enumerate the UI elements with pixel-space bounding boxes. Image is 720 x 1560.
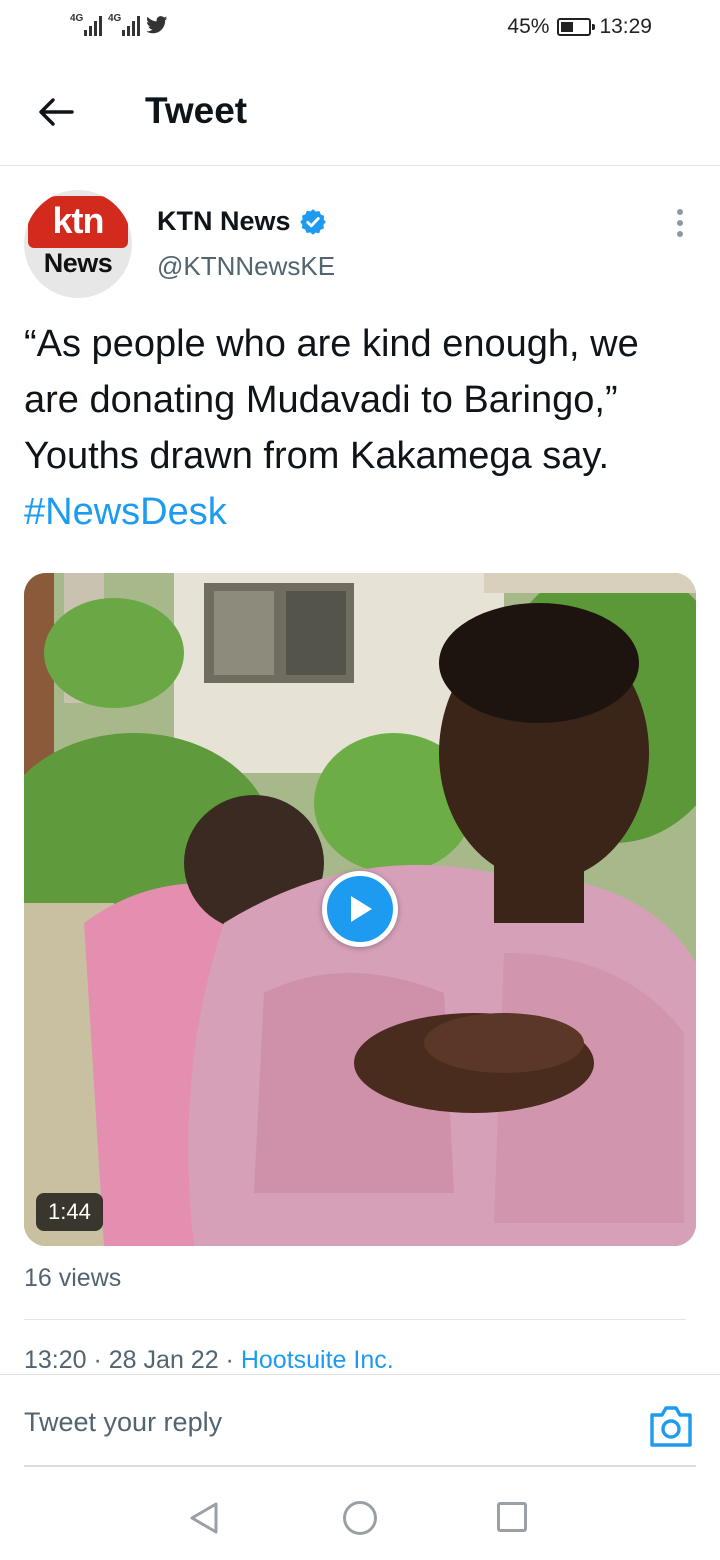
more-options-button[interactable] bbox=[668, 206, 692, 240]
verified-badge-icon bbox=[299, 208, 326, 235]
status-bar: 4G 4G 45% 13:29 bbox=[0, 0, 720, 56]
page-title: Tweet bbox=[145, 90, 248, 131]
nav-home-icon[interactable] bbox=[343, 1501, 377, 1535]
meta-separator: · bbox=[218, 1346, 241, 1374]
system-navigation-bar bbox=[0, 1468, 720, 1560]
play-icon bbox=[351, 896, 372, 922]
more-dot bbox=[677, 220, 683, 226]
network-type-label-2: 4G bbox=[108, 13, 122, 24]
hashtag-link[interactable]: #NewsDesk bbox=[24, 491, 227, 533]
status-time: 13:29 bbox=[599, 15, 652, 38]
tweet-time: 13:20 bbox=[24, 1346, 87, 1374]
status-left: 4G 4G bbox=[70, 14, 168, 36]
status-right: 45% 13:29 bbox=[507, 15, 652, 39]
nav-recents-icon[interactable] bbox=[497, 1502, 527, 1532]
author-name-text: KTN News bbox=[157, 206, 291, 236]
divider bbox=[24, 1319, 686, 1320]
camera-icon bbox=[650, 1406, 692, 1447]
avatar[interactable]: ktn News bbox=[24, 190, 132, 298]
tweet-body: “As people who are kind enough, we are d… bbox=[24, 323, 639, 477]
reply-input[interactable]: Tweet your reply bbox=[24, 1407, 222, 1438]
network-type-label: 4G bbox=[70, 13, 84, 24]
twitter-bird-icon bbox=[146, 16, 168, 34]
battery-icon bbox=[557, 18, 596, 36]
battery-fill bbox=[561, 22, 574, 32]
tweet-source-link[interactable]: Hootsuite Inc. bbox=[241, 1346, 394, 1374]
battery-percent: 45% bbox=[507, 15, 550, 38]
avatar-logo-top: ktn bbox=[28, 196, 128, 248]
top-app-bar: Tweet bbox=[0, 56, 720, 166]
video-player[interactable]: 1:44 bbox=[24, 573, 696, 1246]
tweet-text: “As people who are kind enough, we are d… bbox=[24, 316, 696, 540]
reply-input-underline bbox=[24, 1465, 696, 1467]
signal-icon: 4G bbox=[70, 14, 102, 36]
signal-icon-2: 4G bbox=[108, 14, 140, 36]
video-duration: 1:44 bbox=[36, 1193, 103, 1231]
arrow-left-icon bbox=[39, 98, 74, 126]
tweet-metadata: 13:20 · 28 Jan 22 · Hootsuite Inc. bbox=[24, 1346, 394, 1375]
more-dot bbox=[677, 209, 683, 215]
camera-button[interactable] bbox=[648, 1405, 694, 1449]
reply-bar: Tweet your reply bbox=[0, 1374, 720, 1467]
author-handle[interactable]: @KTNNewsKE bbox=[157, 251, 335, 282]
back-button[interactable] bbox=[30, 86, 82, 138]
nav-back-icon[interactable] bbox=[186, 1500, 222, 1536]
avatar-logo-bottom: News bbox=[43, 248, 113, 278]
play-button[interactable] bbox=[322, 871, 398, 947]
author-name[interactable]: KTN News bbox=[157, 206, 327, 237]
more-dot bbox=[677, 231, 683, 237]
tweet-date: 28 Jan 22 bbox=[108, 1346, 219, 1374]
meta-separator: · bbox=[86, 1346, 109, 1374]
view-count: 16 views bbox=[24, 1264, 122, 1292]
